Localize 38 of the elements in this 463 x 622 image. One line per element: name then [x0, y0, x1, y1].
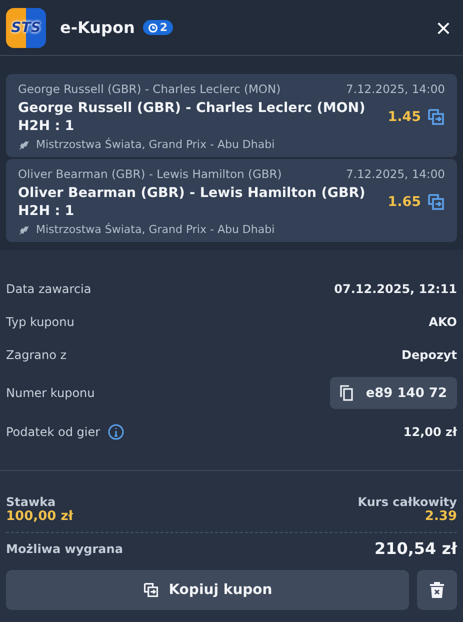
detail-label: Numer kuponu	[6, 386, 95, 400]
event-name: George Russell (GBR) - Charles Leclerc (MON)	[18, 82, 281, 96]
stake-value: 100,00 zł	[6, 509, 74, 524]
delete-button[interactable]	[417, 570, 457, 610]
detail-label: Podatek od gier	[6, 424, 100, 438]
coupon-number-button[interactable]: e89 140 72	[330, 377, 457, 409]
detail-value: Depozyt	[402, 348, 457, 362]
league-name: Mistrzostwa Świata, Grand Prix - Abu Dhabi	[36, 223, 275, 236]
copy-coupon-button[interactable]: Kopiuj kupon	[6, 570, 409, 610]
trash-icon	[429, 581, 445, 599]
event-date: 7.12.2025, 14:00	[346, 167, 445, 181]
stake-label: Stawka	[6, 495, 56, 509]
count-badge: 2	[142, 20, 172, 35]
odds-value: 1.45	[388, 109, 421, 125]
copy-icon	[142, 582, 159, 598]
detail-value: 12,00 zł	[403, 424, 457, 438]
detail-label: Zagrano z	[6, 348, 67, 362]
detail-value: AKO	[428, 314, 457, 328]
odds-value: 1.65	[388, 194, 421, 210]
close-button[interactable]: ×	[430, 14, 457, 40]
possible-win-value: 210,54 zł	[374, 539, 457, 558]
event-name: Oliver Bearman (GBR) - Lewis Hamilton (GBR)	[18, 167, 282, 181]
total-odds-label: Kurs całkowity	[358, 495, 457, 509]
copy-icon	[427, 193, 445, 211]
window-title: e-Kupon	[60, 18, 135, 37]
copy-icon	[427, 108, 445, 126]
clock-icon	[148, 22, 158, 32]
info-icon[interactable]	[108, 424, 124, 440]
league-name: Mistrzostwa Świata, Grand Prix - Abu Dhabi	[36, 138, 275, 151]
event-date: 7.12.2025, 14:00	[346, 82, 445, 96]
detail-label: Data zawarcia	[6, 282, 92, 296]
total-odds-value: 2.39	[424, 509, 457, 524]
bet-selection: George Russell (GBR) - Charles Leclerc (MON) H2H : 1	[18, 99, 366, 135]
bet-selection: Oliver Bearman (GBR) - Lewis Hamilton (GBR) H2H : 1	[18, 184, 366, 220]
possible-win-label: Możliwa wygrana	[6, 542, 123, 556]
copy-icon	[340, 385, 354, 401]
detail-value: 07.12.2025, 12:11	[334, 282, 457, 296]
detail-label: Typ kuponu	[6, 314, 74, 328]
